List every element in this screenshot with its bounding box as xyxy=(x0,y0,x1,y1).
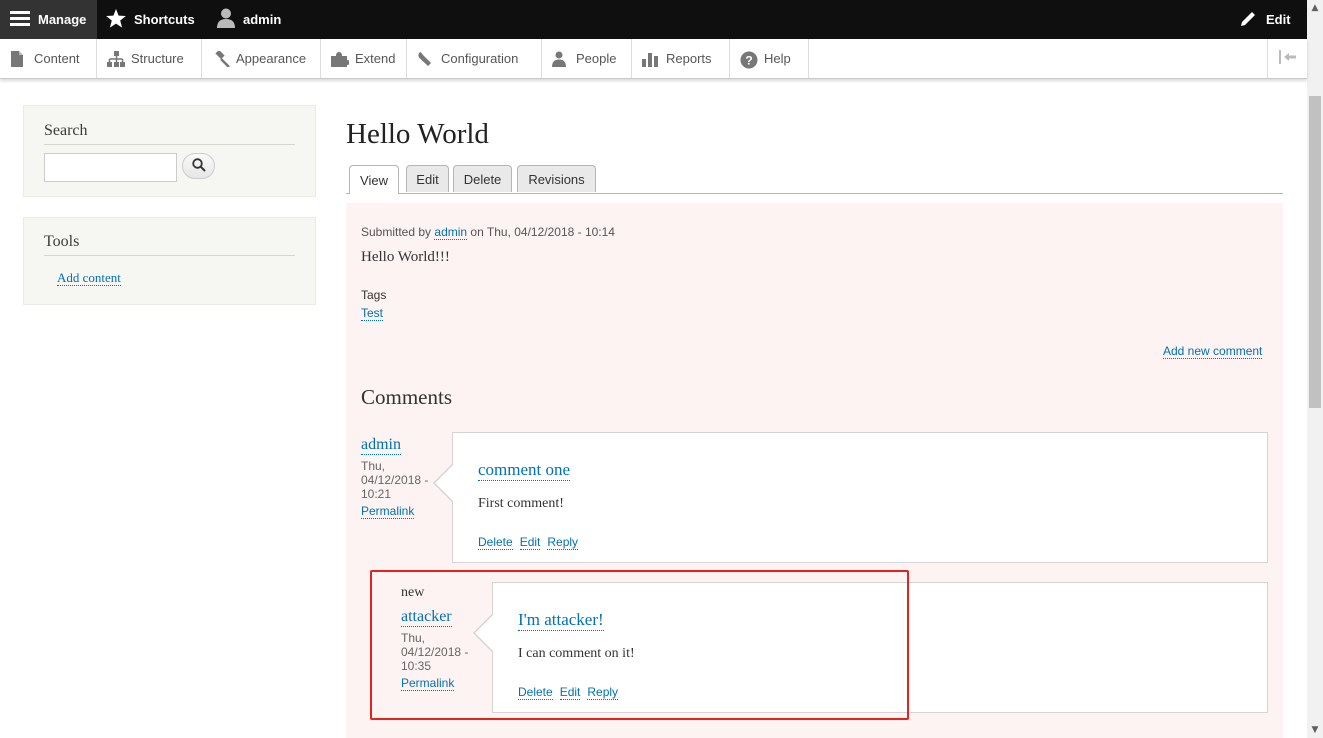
comment-date: Thu, 04/12/2018 - 10:21 xyxy=(361,459,429,501)
help-icon: ? xyxy=(740,51,758,68)
tray-item-label: Reports xyxy=(666,51,712,66)
shortcuts-label: Shortcuts xyxy=(134,12,195,27)
add-content-link[interactable]: Add content xyxy=(57,270,121,286)
edit-label: Edit xyxy=(1266,12,1291,27)
pencil-icon xyxy=(1240,9,1258,30)
tray-item-structure[interactable]: Structure xyxy=(97,39,202,78)
tray-item-people[interactable]: People xyxy=(542,39,632,78)
search-button[interactable] xyxy=(182,153,215,179)
user-tab[interactable]: admin xyxy=(217,0,281,39)
wrench-icon xyxy=(417,51,433,67)
puzzle-icon xyxy=(331,51,350,67)
admin-toolbar: Manage Shortcuts admin Edit xyxy=(0,0,1307,39)
shortcuts-tab[interactable]: Shortcuts xyxy=(106,0,195,39)
tab-delete[interactable]: Delete xyxy=(453,165,512,192)
author-link[interactable]: admin xyxy=(434,225,468,240)
tray-item-label: Structure xyxy=(131,51,184,66)
divider xyxy=(44,144,295,145)
tray-item-help[interactable]: ? Help xyxy=(730,39,809,78)
meta-prefix: Submitted by xyxy=(361,225,432,239)
scroll-up-arrow-icon[interactable]: ▲ xyxy=(1307,0,1323,16)
local-tasks-tabs: View Edit Delete Revisions xyxy=(346,165,1283,194)
tray-item-label: Extend xyxy=(355,51,396,66)
star-icon xyxy=(106,8,126,31)
tab-edit[interactable]: Edit xyxy=(406,165,449,192)
comment-content: comment one First comment! Delete Edit Rep… xyxy=(433,432,1268,563)
gavel-icon xyxy=(212,49,230,68)
user-icon xyxy=(217,8,235,31)
add-new-comment-link[interactable]: Add new comment xyxy=(1163,344,1263,359)
comment-title-link[interactable]: comment one xyxy=(478,460,571,481)
divider xyxy=(44,255,295,256)
tray-item-reports[interactable]: Reports xyxy=(632,39,730,78)
node-body: Hello World!!! xyxy=(361,249,450,265)
submitted-meta: Submitted by admin on Thu, 04/12/2018 - … xyxy=(361,225,615,240)
sitemap-icon xyxy=(107,50,125,67)
search-icon xyxy=(191,157,206,176)
tray-item-extend[interactable]: Extend xyxy=(321,39,407,78)
collapse-icon xyxy=(1279,49,1297,68)
tray-item-content[interactable]: Content xyxy=(0,39,97,78)
tags-label: Tags xyxy=(361,288,387,302)
tray-orientation-toggle[interactable] xyxy=(1267,39,1308,78)
tray-item-label: Content xyxy=(34,51,80,66)
tray-item-label: Help xyxy=(764,51,791,66)
highlight-annotation-box xyxy=(370,570,909,720)
search-input[interactable] xyxy=(44,153,177,182)
user-label: admin xyxy=(243,12,282,27)
comment-links: Delete Edit Reply xyxy=(478,535,585,550)
tools-block-title: Tools xyxy=(44,233,80,250)
comment-body: First comment! xyxy=(478,496,564,511)
bar-chart-icon xyxy=(642,51,658,67)
tab-revisions[interactable]: Revisions xyxy=(517,165,596,192)
search-block-title: Search xyxy=(44,122,88,139)
scrollbar-thumb[interactable] xyxy=(1309,96,1321,408)
admin-tray: Content Structure Appearance Extend Conf… xyxy=(0,39,1307,79)
tools-block: Tools Add content xyxy=(23,217,316,305)
tray-item-appearance[interactable]: Appearance xyxy=(202,39,321,78)
comments-heading: Comments xyxy=(361,385,453,409)
tray-item-configuration[interactable]: Configuration xyxy=(407,39,542,78)
file-icon xyxy=(10,50,26,67)
svg-text:?: ? xyxy=(745,53,752,67)
comment-permalink[interactable]: Permalink xyxy=(361,504,415,519)
comment-edit-link[interactable]: Edit xyxy=(519,535,541,550)
comment-reply-link[interactable]: Reply xyxy=(547,535,579,550)
page-title: Hello World xyxy=(346,118,489,150)
edit-toggle[interactable]: Edit xyxy=(1240,0,1291,39)
scroll-down-arrow-icon[interactable]: ▼ xyxy=(1307,722,1323,738)
search-block: Search xyxy=(23,105,316,197)
hamburger-menu-icon xyxy=(10,10,30,29)
tray-item-label: People xyxy=(576,51,617,66)
tray-item-label: Configuration xyxy=(441,51,519,66)
comment-delete-link[interactable]: Delete xyxy=(478,535,513,550)
tag-link[interactable]: Test xyxy=(361,306,384,321)
manage-tab[interactable]: Manage xyxy=(0,0,97,39)
manage-label: Manage xyxy=(38,12,87,27)
comment-author-link[interactable]: admin xyxy=(361,436,401,455)
meta-date: on Thu, 04/12/2018 - 10:14 xyxy=(470,225,615,239)
people-icon xyxy=(552,51,568,67)
tray-item-label: Appearance xyxy=(236,51,307,66)
tab-view[interactable]: View xyxy=(349,165,399,194)
